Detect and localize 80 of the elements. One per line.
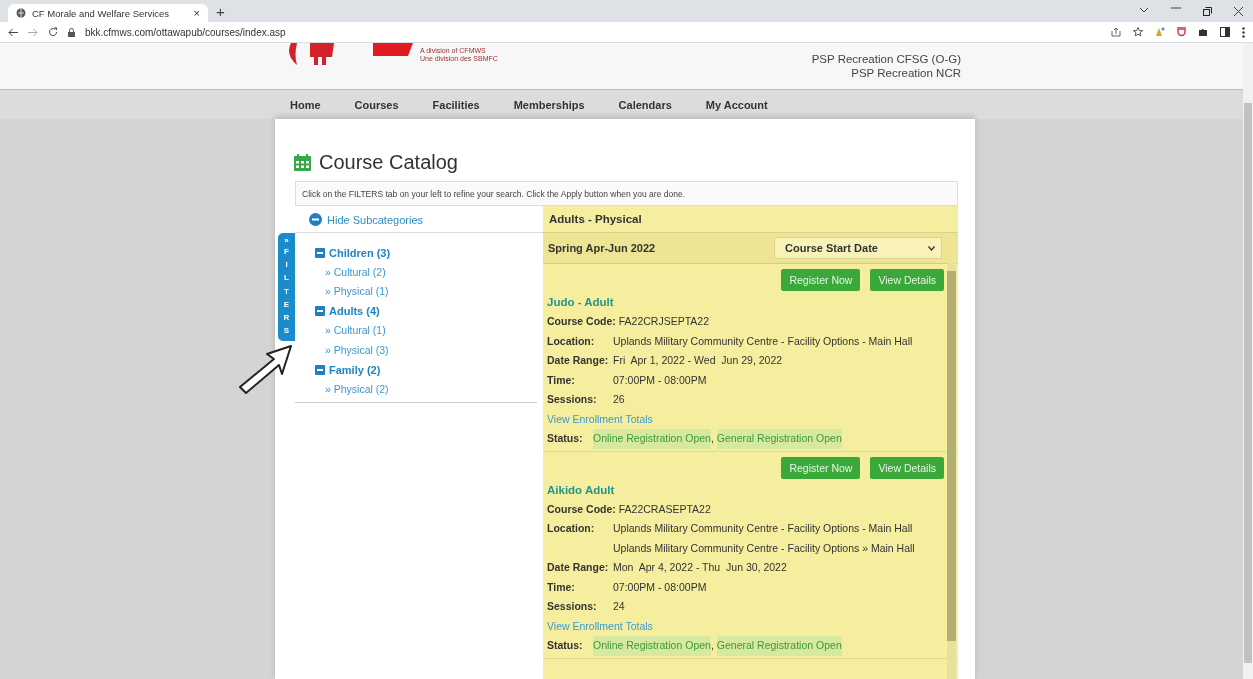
sort-dropdown[interactable]: Course Start Date: [774, 237, 942, 259]
nav-link[interactable]: Memberships: [513, 98, 585, 111]
field-label: Date Range:: [547, 560, 610, 575]
url-field[interactable]: bkk.cfmws.com/ottawapub/courses/index.asp: [85, 26, 1101, 38]
enrollment-link[interactable]: View Enrollment Totals: [547, 409, 942, 429]
subcategory-link[interactable]: » Cultural (1): [315, 321, 537, 341]
collapse-icon: [309, 213, 322, 226]
browser-tab[interactable]: CF Morale and Welfare Services ×: [8, 4, 208, 22]
category-item[interactable]: Adults (4): [315, 301, 537, 321]
extension-icon[interactable]: [1155, 27, 1165, 37]
subcategory-link[interactable]: » Physical (1): [315, 282, 537, 302]
status-tag: General Registration Open: [716, 429, 842, 449]
chevron-down-icon[interactable]: [1139, 6, 1149, 13]
course-title-link[interactable]: Judo - Adult: [547, 293, 942, 312]
status-tag: Online Registration Open: [593, 636, 711, 656]
filters-tab[interactable]: » FILTERS: [278, 233, 295, 342]
nav-link[interactable]: Home: [290, 98, 321, 111]
back-icon[interactable]: [8, 27, 18, 37]
subcategory-link[interactable]: » Cultural (2): [315, 262, 537, 282]
close-icon[interactable]: [1234, 6, 1243, 16]
subcategory-link[interactable]: » Physical (2): [315, 379, 537, 399]
field-value: Mon Apr 4, 2022 - Thu Jun 30, 2022: [613, 560, 788, 575]
details-button[interactable]: View Details: [870, 456, 944, 479]
nav-link[interactable]: Facilities: [432, 98, 480, 111]
tab-close-button[interactable]: ×: [193, 7, 200, 19]
course-title-link[interactable]: Aikido Adult: [547, 480, 942, 500]
subcategory-link[interactable]: » Physical (3): [315, 340, 537, 360]
page-title: Course Catalog: [319, 151, 458, 174]
status-tag: Online Registration Open: [593, 429, 711, 449]
field-label: Location:: [547, 521, 596, 536]
field-value: FA22CRJSEPTA22: [618, 315, 710, 327]
separator-text: ,: [710, 431, 714, 446]
status-tag: General Registration Open: [716, 636, 842, 656]
field-value: 26: [613, 392, 626, 407]
category-item[interactable]: Children (3): [315, 243, 537, 263]
chevron-down-icon: [928, 245, 935, 251]
field-label: Location:: [547, 333, 596, 349]
new-tab-button[interactable]: +: [216, 2, 225, 20]
tab-title: CF Morale and Welfare Services: [32, 7, 171, 19]
shield-icon[interactable]: [1177, 27, 1186, 37]
nav-link[interactable]: Calendars: [618, 98, 672, 111]
field-label: Status:: [547, 431, 584, 446]
field-value: 07:00PM - 08:00PM: [613, 372, 708, 388]
details-button[interactable]: View Details: [870, 269, 944, 291]
field-value: Fri Apr 1, 2022 - Wed Jun 29, 2022: [613, 353, 784, 368]
field-value: Uplands Military Community Centre - Facility Options » Main Hall: [613, 540, 916, 556]
field-value: Uplands Military Community Centre - Facility Options - Main Hall: [613, 333, 914, 349]
field-label: Status:: [547, 638, 584, 653]
field-label: Course Code:: [547, 315, 616, 327]
field-label: Course Code:: [547, 502, 616, 515]
calendar-icon: [294, 154, 311, 171]
nav-link[interactable]: Courses: [354, 98, 399, 111]
enrollment-link[interactable]: View Enrollment Totals: [547, 616, 942, 636]
header-text: PSP Recreation NCR: [851, 66, 961, 80]
register-button[interactable]: Register Now: [781, 269, 861, 291]
season-title: Spring Apr-Jun 2022: [548, 242, 656, 254]
field-label: Time:: [547, 579, 576, 595]
nav-link[interactable]: My Account: [705, 98, 768, 111]
field-label: Date Range:: [547, 353, 610, 368]
reload-icon[interactable]: [48, 27, 58, 37]
field-value: FA22CRASEPTA22: [618, 502, 711, 515]
share-icon[interactable]: [1111, 27, 1121, 37]
globe-icon: [16, 8, 26, 18]
field-label: Sessions:: [547, 392, 598, 407]
separator-text: ,: [710, 638, 714, 653]
category-item[interactable]: Family (2): [315, 360, 537, 380]
more-icon[interactable]: [1242, 26, 1245, 38]
field-value: Uplands Military Community Centre - Facility Options - Main Hall: [613, 521, 914, 536]
restore-icon[interactable]: [1203, 6, 1212, 16]
instructions-text: Click on the FILTERS tab on your left to refine your search. Click the Apply button when you are done.: [295, 181, 958, 206]
lock-icon: [68, 27, 75, 37]
header-text: PSP Recreation CFSG (O-G): [811, 52, 961, 66]
hide-subcategories-link[interactable]: Hide Subcategories: [295, 206, 543, 233]
field-label: Sessions:: [547, 599, 598, 614]
register-button[interactable]: Register Now: [781, 456, 861, 479]
field-value: 07:00PM - 08:00PM: [613, 579, 708, 595]
side-panel-icon[interactable]: [1220, 27, 1230, 37]
field-value: 24: [613, 599, 626, 614]
star-icon[interactable]: [1133, 27, 1143, 37]
field-label: Time:: [547, 372, 576, 388]
